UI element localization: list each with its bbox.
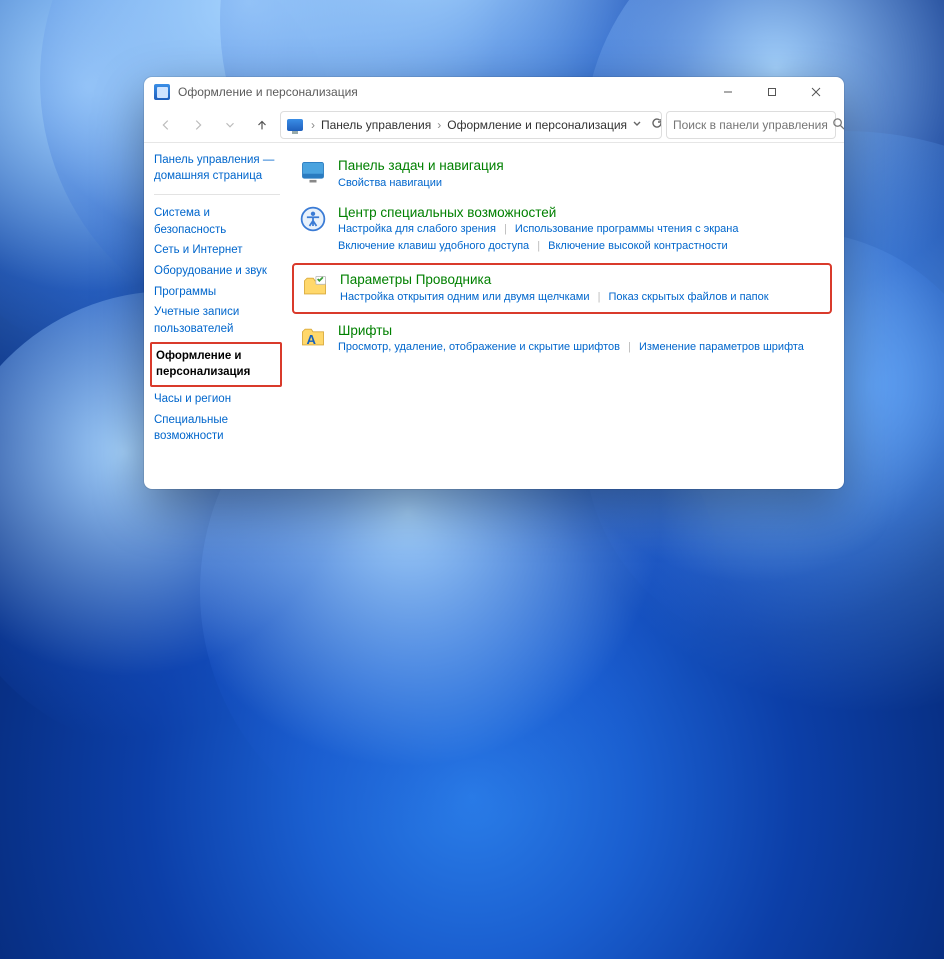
ease-of-access-icon <box>298 204 328 234</box>
category-title[interactable]: Панель задач и навигация <box>338 157 826 175</box>
forward-button[interactable] <box>184 111 212 139</box>
recent-button[interactable] <box>216 111 244 139</box>
svg-text:A: A <box>307 332 317 347</box>
chevron-right-icon: › <box>309 118 317 132</box>
category-explorer-options: Параметры Проводника Настройка открытия … <box>292 263 832 314</box>
sidebar-separator <box>154 194 280 195</box>
sidebar-item-accounts[interactable]: Учетные записи пользователей <box>154 302 280 339</box>
chevron-right-icon: › <box>435 118 443 132</box>
sidebar: Панель управления — домашняя страница Си… <box>144 143 284 489</box>
fonts-icon: A <box>298 322 328 352</box>
link-click-settings[interactable]: Настройка открытия одним или двумя щелчк… <box>340 291 590 303</box>
up-button[interactable] <box>248 111 276 139</box>
minimize-button[interactable] <box>706 77 750 107</box>
category-taskbar: Панель задач и навигация Свойства навига… <box>294 151 830 198</box>
link-font-settings[interactable]: Изменение параметров шрифта <box>639 341 804 353</box>
breadcrumb-current[interactable]: Оформление и персонализация <box>443 118 631 132</box>
link-ease-keys[interactable]: Включение клавиш удобного доступа <box>338 240 529 252</box>
window-title: Оформление и персонализация <box>178 85 358 99</box>
toolbar: › Панель управления › Оформление и персо… <box>144 107 844 143</box>
category-ease-of-access: Центр специальных возможностей Настройка… <box>294 198 830 262</box>
sidebar-item-network[interactable]: Сеть и Интернет <box>154 240 280 261</box>
taskbar-icon <box>298 157 328 187</box>
search-box[interactable] <box>666 111 836 139</box>
link-hidden-files[interactable]: Показ скрытых файлов и папок <box>608 291 768 303</box>
sidebar-item-programs[interactable]: Программы <box>154 282 280 303</box>
content-pane: Панель задач и навигация Свойства навига… <box>284 143 844 489</box>
control-panel-icon <box>154 84 170 100</box>
titlebar: Оформление и персонализация <box>144 77 844 107</box>
sidebar-home[interactable]: Панель управления — домашняя страница <box>154 153 280 184</box>
control-panel-window: Оформление и персонализация › Панель упр… <box>144 77 844 489</box>
address-bar[interactable]: › Панель управления › Оформление и персо… <box>280 111 662 139</box>
link-high-contrast[interactable]: Включение высокой контрастности <box>548 240 728 252</box>
folder-options-icon <box>300 271 330 301</box>
category-title[interactable]: Центр специальных возможностей <box>338 204 826 222</box>
sidebar-item-clock[interactable]: Часы и регион <box>154 389 280 410</box>
sidebar-item-appearance[interactable]: Оформление и персонализация <box>150 342 282 387</box>
close-button[interactable] <box>794 77 838 107</box>
category-title[interactable]: Параметры Проводника <box>340 271 824 289</box>
sidebar-item-system[interactable]: Система и безопасность <box>154 203 280 240</box>
breadcrumb-root[interactable]: Панель управления <box>317 118 435 132</box>
category-title[interactable]: Шрифты <box>338 322 826 340</box>
link-screen-reader[interactable]: Использование программы чтения с экрана <box>515 223 739 235</box>
back-button[interactable] <box>152 111 180 139</box>
link-low-vision[interactable]: Настройка для слабого зрения <box>338 223 496 235</box>
sidebar-item-hardware[interactable]: Оборудование и звук <box>154 261 280 282</box>
link-nav-properties[interactable]: Свойства навигации <box>338 177 442 189</box>
chevron-down-icon[interactable] <box>631 117 643 132</box>
refresh-icon[interactable] <box>651 117 662 132</box>
sidebar-item-accessibility[interactable]: Специальные возможности <box>154 410 280 447</box>
maximize-button[interactable] <box>750 77 794 107</box>
monitor-icon <box>287 119 303 131</box>
category-fonts: A Шрифты Просмотр, удаление, отображение… <box>294 316 830 363</box>
search-icon <box>832 117 844 133</box>
link-fonts-manage[interactable]: Просмотр, удаление, отображение и скрыти… <box>338 341 620 353</box>
search-input[interactable] <box>673 118 828 132</box>
